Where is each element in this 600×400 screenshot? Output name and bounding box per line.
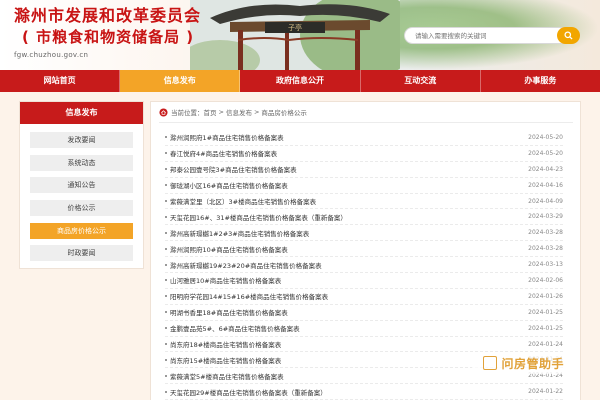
list-item-date: 2024-03-28 [528,229,563,237]
nav-gov-info[interactable]: 政府信息公开 [240,70,361,92]
list-item[interactable]: 天玺花园16#、31#楼商品住宅销售价格备案表（重新备案） 2024-03-29 [165,209,563,226]
main-nav: 网站首页 信息发布 政府信息公开 互动交流 办事服务 [0,70,600,92]
sidebar-title: 信息发布 [20,102,143,124]
list-item-title[interactable]: 天玺花园16#、31#楼商品住宅销售价格备案表（重新备案） [170,212,347,222]
list-item-title[interactable]: 山河雅居10#商品住宅销售价格备案表 [170,275,281,285]
bullet-icon [165,136,167,139]
list-item[interactable]: 春江悦府4#商品住宅销售价格备案表 2024-05-20 [165,146,563,162]
site-title: 滁州市发展和改革委员会 [14,6,202,25]
bullet-icon [165,358,167,361]
sidebar: 信息发布 发改要闻 系统动态 通知公告 价格公示 商品房价格公示 时政要闻 [19,101,144,269]
nav-services[interactable]: 办事服务 [481,70,600,92]
list-item-title[interactable]: 滁州高新璟樾19#23#20#商品住宅销售价格备案表 [170,260,322,270]
watermark-logo-icon [483,356,498,370]
list-item-title[interactable]: 滁州润熙府10#商品住宅销售价格备案表 [170,244,288,254]
list-item-title[interactable]: 尚东府15#楼商品住宅销售价格备案表 [170,355,281,365]
list-item[interactable]: 滁州高新璟樾19#23#20#商品住宅销售价格备案表 2024-03-13 [165,257,563,274]
bullet-icon [165,343,167,346]
list-item[interactable]: 紫薇满堂里（北区）3#楼商品住宅销售价格备案表 2024-04-09 [165,194,563,210]
list-item-date: 2024-03-13 [528,261,563,269]
bullet-icon [165,390,167,393]
list-item-title[interactable]: 天玺花园29#楼商品住宅销售价格备案表（重新备案） [170,387,327,397]
breadcrumb-info-release[interactable]: 信息发布 [226,107,252,117]
list-item-date: 2024-05-20 [528,149,563,157]
list-item-date: 2024-04-23 [528,165,563,173]
breadcrumb-home[interactable]: 首页 [204,107,217,117]
site-subtitle: ( 市粮食和物资储备局 ) [22,28,195,46]
list-item-date: 2024-04-16 [528,181,563,189]
list-item-title[interactable]: 滁州高新璟樾1#2#3#商品住宅销售价格备案表 [170,228,309,238]
list-item-title[interactable]: 尚东府18#楼商品住宅销售价格备案表 [170,339,281,349]
list-item-date: 2024-05-20 [528,133,563,141]
list-item-title[interactable]: 明湖书香里18#商品住宅销售价格备案表 [170,307,288,317]
search-input[interactable] [415,28,555,43]
search-button[interactable] [557,27,580,44]
sidebar-item-notices[interactable]: 通知公告 [30,177,133,194]
bullet-icon [165,200,167,202]
list-item-title[interactable]: 御珑湖小区16#商品住宅销售价格备案表 [170,180,288,190]
list-item-title[interactable]: 紫薇满堂5#楼商品住宅销售价格备案表 [170,371,284,381]
bullet-icon [165,231,167,234]
breadcrumb-separator: > [253,108,260,116]
list-item-title[interactable]: 滁州润熙府1#商品住宅销售价格备案表 [170,132,284,142]
bullet-icon [165,311,167,314]
bullet-icon [165,327,167,330]
bullet-icon [165,279,167,282]
nav-interaction[interactable]: 互动交流 [361,70,481,92]
search-box [404,27,580,44]
list-item[interactable]: 滁州润熙府10#商品住宅销售价格备案表 2024-03-28 [165,241,563,258]
list-item-date: 2024-03-28 [528,245,563,253]
bullet-icon [165,247,167,250]
list-item[interactable]: 金鹏壹品苑5#、6#商品住宅销售价格备案表 2024-01-25 [165,321,563,337]
breadcrumb-current[interactable]: 商品房价格公示 [261,107,307,117]
site-domain: fgw.chuzhou.gov.cn [14,51,89,59]
list-item-date: 2024-01-25 [528,324,563,332]
breadcrumb: 当前位置： 首页 > 信息发布 > 商品房价格公示 [159,102,573,123]
site-header: 子亭 滁州市发展和改革委员会 ( 市粮食和物资储备局 ) fgw.chuzhou… [0,0,600,70]
list-item-title[interactable]: 阳明府学花园14#15#16#楼商品住宅销售价格备案表 [170,291,328,301]
bullet-icon [165,215,167,218]
list-item[interactable]: 邦泰公园壹号院3#商品住宅销售价格备案表 2024-04-23 [165,162,563,178]
list-item-date: 2024-01-24 [528,340,563,348]
list-item-date: 2024-04-09 [528,197,563,205]
list-item-title[interactable]: 紫薇满堂里（北区）3#楼商品住宅销售价格备案表 [170,196,316,206]
nav-info-release[interactable]: 信息发布 [120,70,241,92]
list-item[interactable]: 阳明府学花园14#15#16#楼商品住宅销售价格备案表 2024-01-26 [165,289,563,305]
sidebar-item-prices[interactable]: 价格公示 [30,200,133,217]
watermark-text: 问房管助手 [501,356,564,371]
sidebar-item-updates[interactable]: 系统动态 [30,154,133,171]
list-item[interactable]: 天玺花园29#楼商品住宅销售价格备案表（重新备案） 2024-01-22 [165,384,563,400]
list-item[interactable]: 山河雅居10#商品住宅销售价格备案表 2024-02-06 [165,273,563,289]
list-item[interactable]: 滁州润熙府1#商品住宅销售价格备案表 2024-05-20 [165,130,563,146]
list-item-title[interactable]: 邦泰公园壹号院3#商品住宅销售价格备案表 [170,164,297,174]
list-item-title[interactable]: 金鹏壹品苑5#、6#商品住宅销售价格备案表 [170,323,300,333]
sidebar-item-news[interactable]: 发改要闻 [30,132,133,148]
list-item[interactable]: 尚东府18#楼商品住宅销售价格备案表 2024-01-24 [165,337,563,353]
list-item[interactable]: 御珑湖小区16#商品住宅销售价格备案表 2024-04-16 [165,178,563,194]
bullet-icon [165,152,167,155]
search-icon [564,31,573,40]
home-icon [159,107,168,117]
pavilion-image: 子亭 [190,0,400,70]
nav-home[interactable]: 网站首页 [0,70,121,92]
bullet-icon [165,168,167,171]
watermark: 问房管助手 [472,352,564,374]
list-item-title[interactable]: 春江悦府4#商品住宅销售价格备案表 [170,148,277,158]
sidebar-item-housing-prices[interactable]: 商品房价格公示 [30,222,133,239]
list-item-date: 2024-01-22 [528,388,563,396]
list-item-date: 2024-03-29 [528,213,563,221]
bullet-icon [165,295,167,298]
breadcrumb-separator: > [218,108,224,116]
sidebar-item-politics[interactable]: 时政要闻 [30,245,133,262]
breadcrumb-prefix: 当前位置： [171,109,204,117]
pavilion-sign: 子亭 [288,23,302,32]
list-item-date: 2024-02-06 [528,276,563,284]
list-item-date: 2024-01-26 [528,292,563,300]
list-item-date: 2024-01-25 [528,308,563,316]
bullet-icon [165,374,167,377]
bullet-icon [165,263,167,266]
bullet-icon [165,184,167,187]
list-item[interactable]: 明湖书香里18#商品住宅销售价格备案表 2024-01-25 [165,305,563,321]
list-item[interactable]: 滁州高新璟樾1#2#3#商品住宅销售价格备案表 2024-03-28 [165,225,563,242]
